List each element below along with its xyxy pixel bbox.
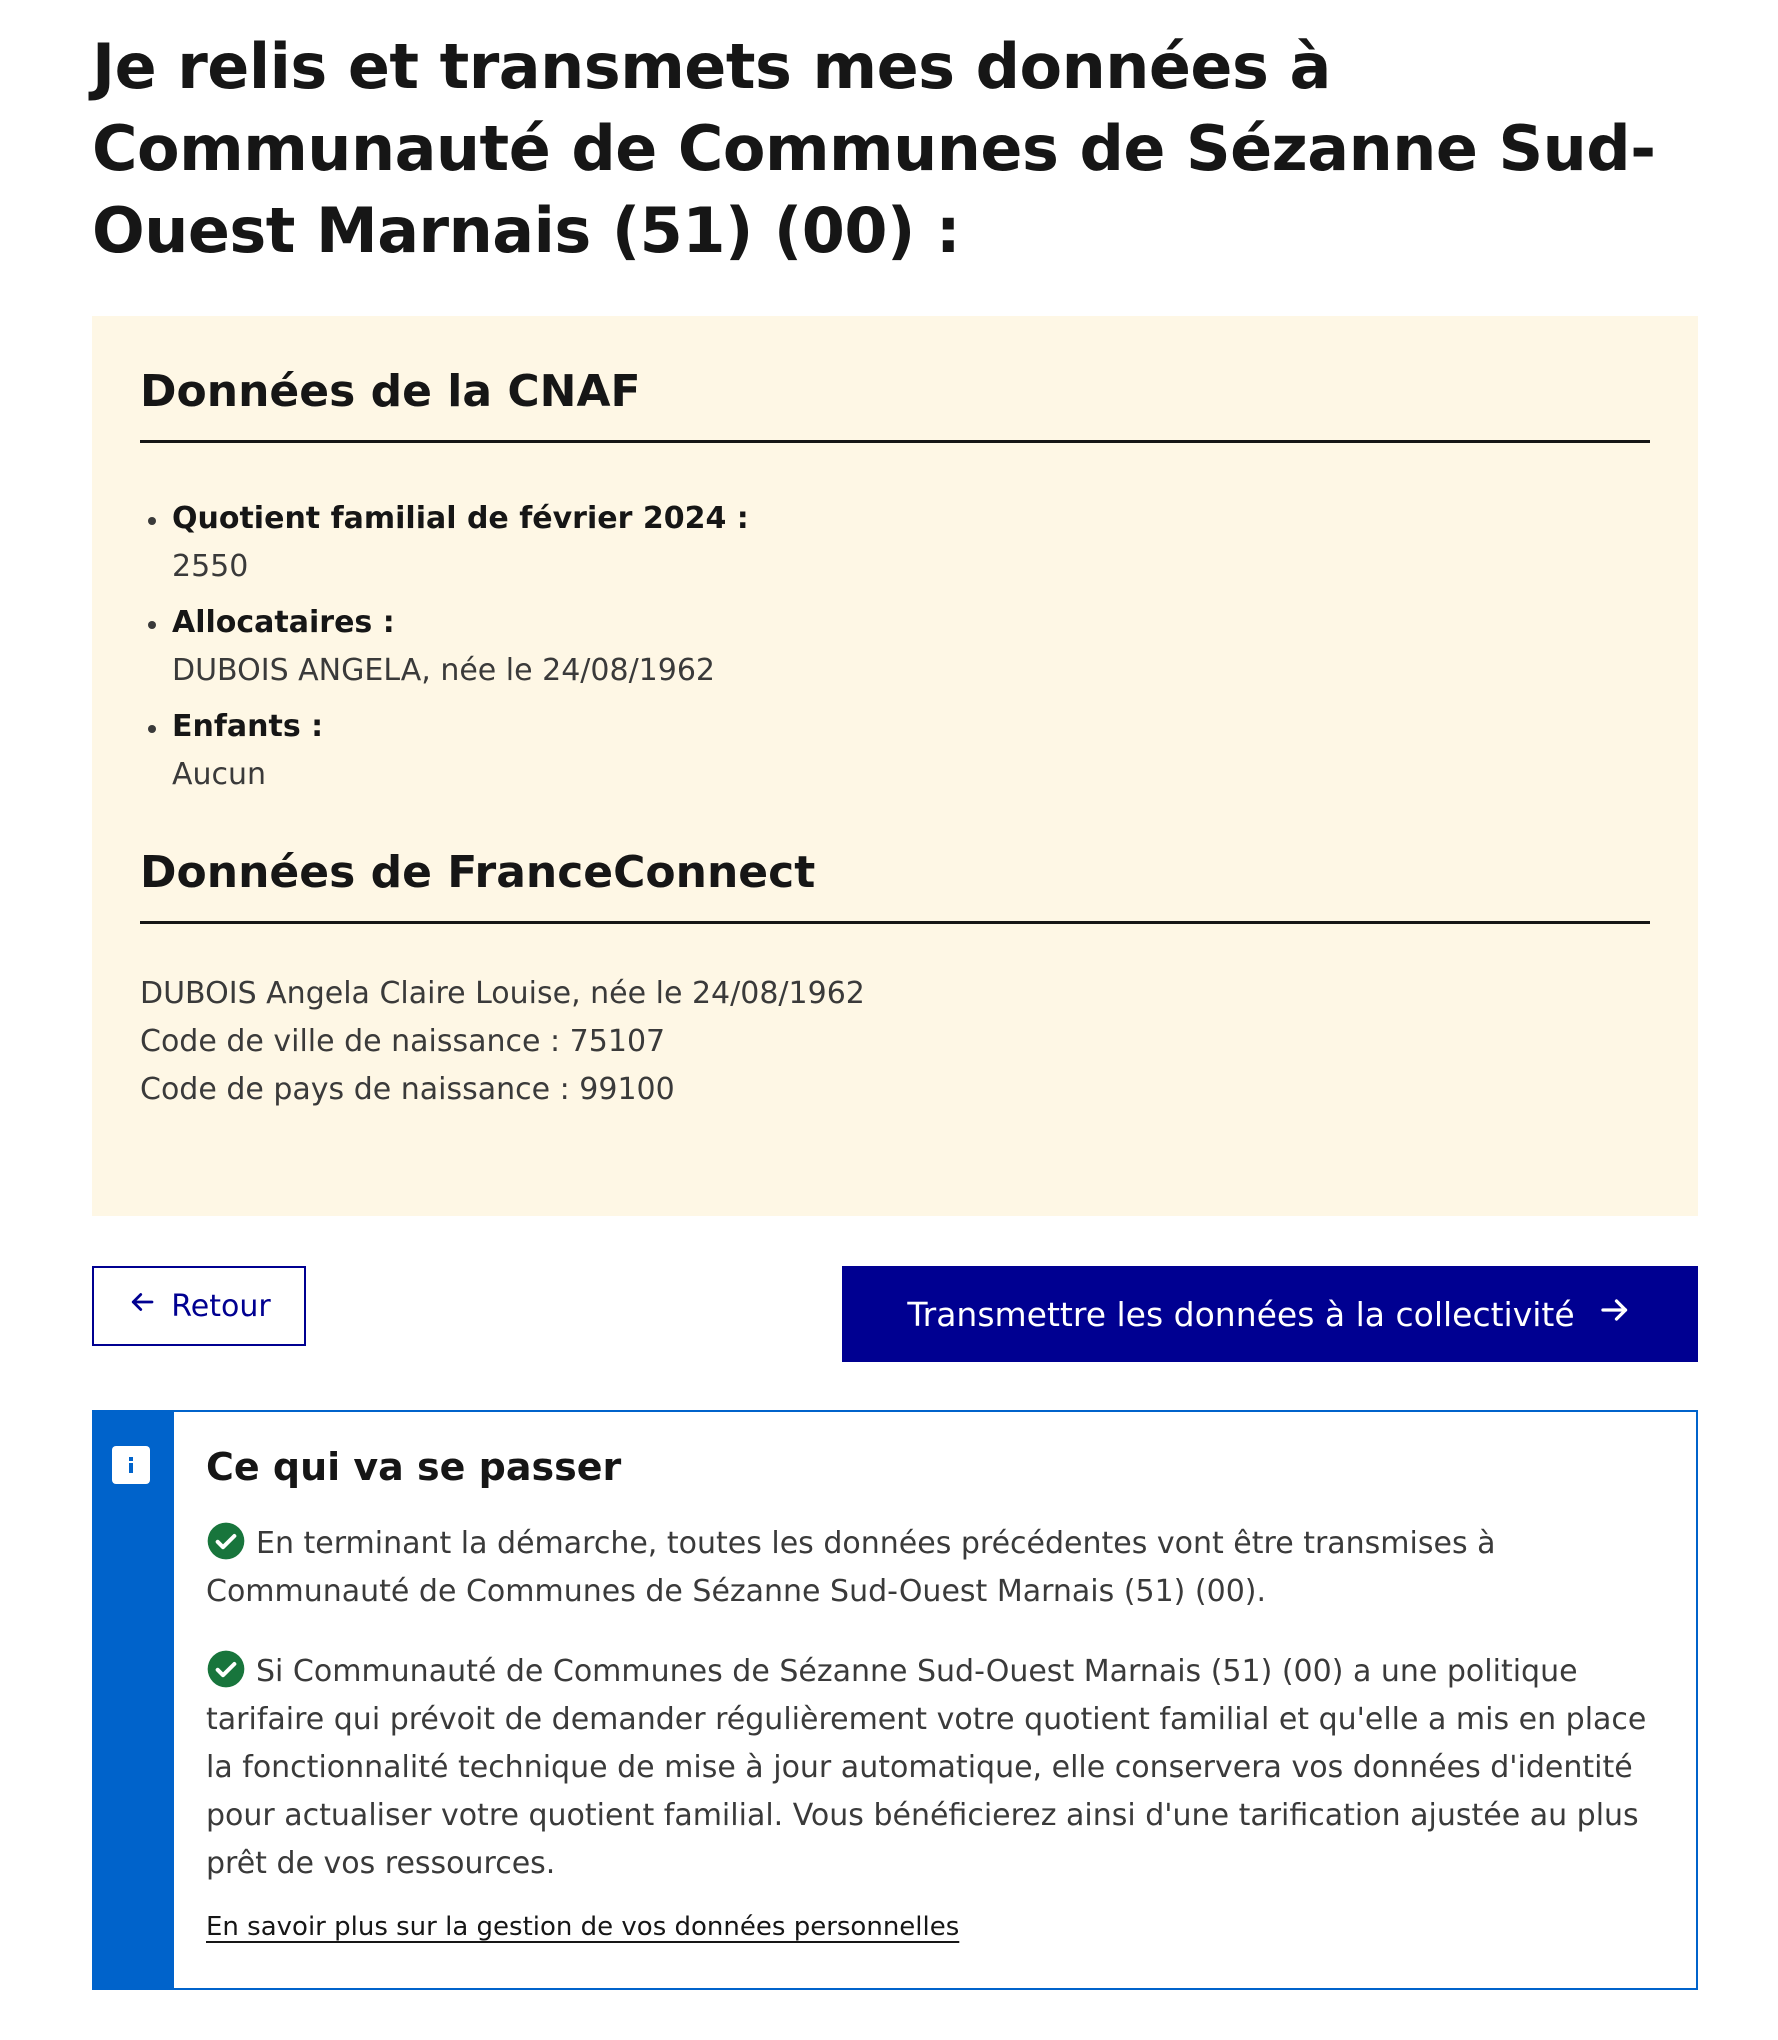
enfants-value: Aucun [172, 757, 267, 792]
list-item: Enfants : Aucun [140, 703, 1650, 799]
back-button-label: Retour [171, 1288, 271, 1324]
page-title: Je relis et transmets mes données à Comm… [92, 30, 1656, 267]
franceconnect-data: DUBOIS Angela Claire Louise, née le 24/0… [140, 970, 1650, 1114]
check-circle-icon [206, 1521, 246, 1561]
info-paragraph-text: En terminant la démarche, toutes les don… [206, 1526, 1496, 1609]
info-paragraph-policy: Si Communauté de Communes de Sézanne Sud… [206, 1648, 1666, 1888]
list-item: Allocataires : DUBOIS ANGELA, née le 24/… [140, 599, 1650, 695]
page: Je relis et transmets mes données à Comm… [0, 0, 1778, 2040]
info-icon [112, 1446, 150, 1484]
submit-data-button[interactable]: Transmettre les données à la collectivit… [842, 1266, 1698, 1362]
check-circle-icon [206, 1649, 246, 1689]
cnaf-data-list: Quotient familial de février 2024 : 2550… [140, 495, 1650, 799]
info-paragraph-transmission: En terminant la démarche, toutes les don… [206, 1520, 1666, 1616]
identity-line: DUBOIS Angela Claire Louise, née le 24/0… [140, 976, 865, 1011]
quotient-familial-label: Quotient familial de février 2024 : [172, 501, 749, 536]
birth-country-code-line: Code de pays de naissance : 99100 [140, 1072, 675, 1107]
info-title: Ce qui va se passer [206, 1445, 622, 1489]
quotient-familial-value: 2550 [172, 549, 249, 584]
personal-data-link[interactable]: En savoir plus sur la gestion de vos don… [206, 1909, 959, 1945]
info-accent-bar [92, 1410, 174, 1990]
enfants-label: Enfants : [172, 709, 324, 744]
cnaf-section-title: Données de la CNAF [140, 364, 1650, 443]
data-summary-panel: Données de la CNAF Quotient familial de … [92, 316, 1698, 1216]
franceconnect-section-title: Données de FranceConnect [140, 845, 1650, 924]
info-callout: Ce qui va se passer En terminant la déma… [92, 1410, 1698, 1990]
back-button[interactable]: Retour [92, 1266, 306, 1346]
allocataires-value: DUBOIS ANGELA, née le 24/08/1962 [172, 653, 716, 688]
birth-city-code-line: Code de ville de naissance : 75107 [140, 1024, 666, 1059]
list-item: Quotient familial de février 2024 : 2550 [140, 495, 1650, 591]
arrow-left-icon [127, 1287, 157, 1325]
info-paragraph-text: Si Communauté de Communes de Sézanne Sud… [206, 1654, 1647, 1881]
arrow-right-icon [1597, 1292, 1633, 1336]
submit-button-label: Transmettre les données à la collectivit… [907, 1294, 1575, 1334]
allocataires-label: Allocataires : [172, 605, 395, 640]
info-content: Ce qui va se passer En terminant la déma… [206, 1438, 1666, 1945]
